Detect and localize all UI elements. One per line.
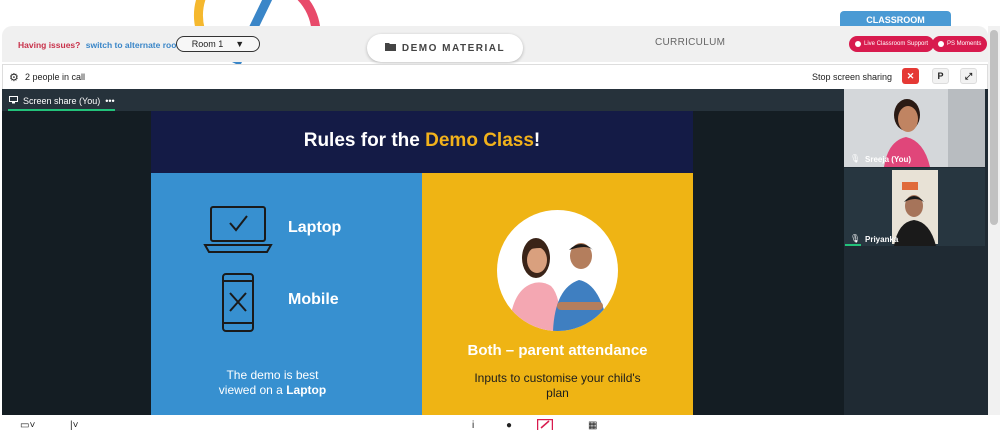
laptop-note-line1: The demo is best [226, 368, 319, 382]
demo-material-button[interactable]: DEMO MATERIAL [367, 34, 523, 62]
room-select-value: Room 1 [191, 39, 224, 49]
share-tab-bar [2, 89, 844, 111]
demo-material-label: DEMO MATERIAL [401, 42, 506, 54]
folder-icon [384, 42, 396, 54]
stop-sharing-button[interactable]: ✕ [902, 68, 919, 84]
user-icon[interactable]: ● [506, 420, 512, 430]
close-icon: ✕ [906, 70, 915, 81]
mic-icon: 🎙 [850, 154, 861, 163]
screen-share-tab[interactable]: Screen share (You) ••• [9, 96, 115, 106]
scrollbar-thumb[interactable] [990, 30, 998, 225]
screen-share-label: Screen share (You) [23, 96, 101, 106]
slide-title-highlight: Demo Class [425, 130, 534, 151]
mobile-label: Mobile [288, 291, 339, 308]
parents-photo [497, 210, 618, 331]
caret-down-icon: ▼ [235, 39, 245, 49]
info-icon[interactable]: i [472, 420, 474, 430]
ps-moments-label: PS Moments [947, 41, 982, 47]
room-select[interactable]: Room 1 ▼ [176, 36, 260, 52]
monitor-icon [9, 96, 18, 106]
tab-curriculum[interactable]: CURRICULUM [655, 37, 725, 48]
slide-title-suffix: ! [533, 130, 541, 151]
mobile-icon [220, 273, 256, 338]
people-count: 2 people in call [25, 72, 86, 82]
grid-icon[interactable]: ▦ [588, 420, 597, 430]
both-attendance-label: Both – parent attendance [467, 342, 648, 359]
fullscreen-button[interactable]: ⤢ [960, 68, 977, 84]
laptop-note-text: viewed on a [218, 383, 287, 397]
issues-notice: Having issues? switch to alternate room [18, 40, 184, 50]
moments-icon [938, 41, 944, 47]
laptop-note-line2: viewed on a Laptop [205, 383, 340, 398]
whiteboard-icon[interactable] [536, 418, 554, 430]
laptop-note-bold: Laptop [286, 383, 327, 397]
camera-icon[interactable]: ▭˅ [20, 420, 35, 430]
laptop-label: Laptop [288, 219, 342, 236]
expand-icon: ⤢ [964, 70, 973, 81]
support-icon [855, 41, 861, 47]
gear-icon[interactable]: ⚙ [9, 71, 19, 84]
bottom-toolbar [0, 415, 1000, 430]
slide-title: Rules for the Demo Class! [151, 130, 693, 152]
pin-button[interactable]: P [932, 68, 949, 84]
slide-title-prefix: Rules for the [303, 130, 426, 151]
laptop-icon [203, 205, 273, 260]
ps-moments-button[interactable]: PS Moments [932, 36, 988, 52]
live-support-button[interactable]: Live Classroom Support [849, 36, 935, 52]
mic-icon: 🎙 [850, 234, 861, 243]
stop-sharing-label: Stop screen sharing [812, 72, 893, 82]
issues-text: Having issues? [18, 40, 81, 50]
speaking-indicator [845, 244, 861, 246]
mic-toggle-icon[interactable]: |˅ [70, 420, 78, 430]
participant-name-sreeja: Sreeja (You) [865, 155, 912, 164]
laptop-note: The demo is best viewed on a Laptop [205, 368, 340, 398]
customise-note: Inputs to customise your child's plan [474, 371, 641, 400]
switch-room-link[interactable]: switch to alternate room [86, 40, 184, 50]
more-options-icon[interactable]: ••• [105, 96, 114, 106]
participant-name-priyanka: Priyanka [865, 235, 899, 244]
live-support-label: Live Classroom Support [864, 41, 929, 47]
classroom-page: CLASSROOM Having issues? switch to alter… [0, 0, 1000, 430]
